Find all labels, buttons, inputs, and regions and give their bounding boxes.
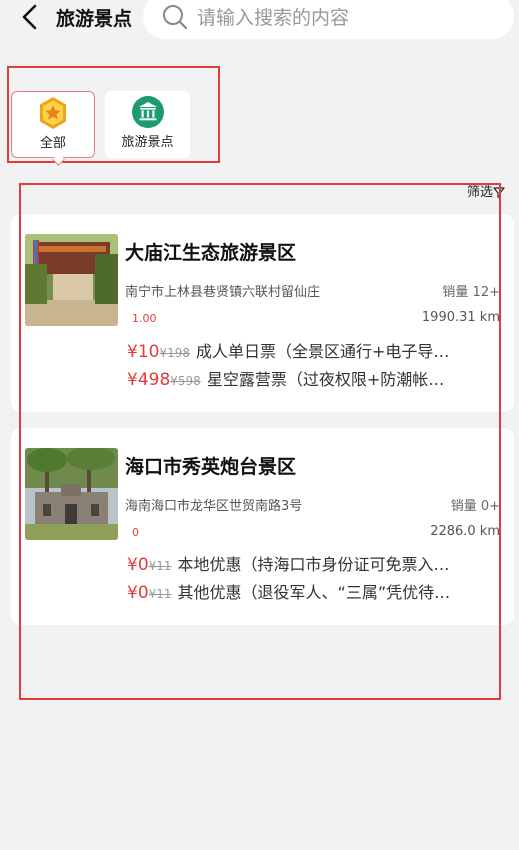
category-label: 旅游景点 xyxy=(121,135,174,150)
filter-button[interactable]: 筛选 xyxy=(467,181,505,200)
spot-sales: 销量 12+ xyxy=(442,285,500,300)
ticket-row[interactable]: ¥0¥11 本地优惠（持海口市身份证可免票入… xyxy=(127,551,450,575)
ticket-original-price: ¥11 xyxy=(148,559,172,573)
spot-thumbnail xyxy=(25,234,118,326)
spot-address: 南宁市上林县巷贤镇六联村留仙庄 xyxy=(125,285,321,300)
search-placeholder: 请输入搜索的内容 xyxy=(197,7,350,29)
spot-card[interactable]: 海口市秀英炮台景区 海南海口市龙华区世贸南路3号 销量 0+ 0 2286.0 … xyxy=(11,428,514,625)
category-tab-all[interactable]: 全部 xyxy=(11,91,95,158)
spot-address: 海南海口市龙华区世贸南路3号 xyxy=(125,499,303,514)
museum-icon xyxy=(131,96,164,128)
ticket-price: ¥498 xyxy=(127,370,171,390)
ticket-row[interactable]: ¥10¥198 成人单日票（全景区通行+电子导… xyxy=(127,338,450,362)
ticket-original-price: ¥11 xyxy=(148,587,172,601)
ticket-price: ¥10 xyxy=(127,342,160,362)
spot-sales: 销量 0+ xyxy=(450,499,500,514)
header-bar: 旅游景点 请输入搜索的内容 xyxy=(0,0,519,39)
spot-thumbnail xyxy=(25,448,118,540)
spot-score: 0 xyxy=(132,526,139,539)
back-arrow-icon[interactable] xyxy=(18,3,42,31)
ticket-name: 其他优惠（退役军人、“三属”凭优待… xyxy=(177,583,451,602)
ticket-original-price: ¥198 xyxy=(159,346,190,360)
category-label: 全部 xyxy=(39,136,66,151)
category-tab-tourist-spots[interactable]: 旅游景点 xyxy=(105,91,190,158)
ticket-original-price: ¥598 xyxy=(170,374,201,388)
ticket-row[interactable]: ¥498¥598 星空露营票（过夜权限+防潮帐… xyxy=(127,366,445,390)
search-input[interactable]: 请输入搜索的内容 xyxy=(143,0,514,39)
search-icon xyxy=(163,5,188,30)
spot-distance: 1990.31 km xyxy=(421,310,500,325)
page-title: 旅游景点 xyxy=(56,8,133,30)
spot-distance: 2286.0 km xyxy=(430,524,500,539)
spot-name: 大庙江生态旅游景区 xyxy=(125,242,297,264)
ticket-name: 星空露营票（过夜权限+防潮帐… xyxy=(206,370,445,389)
spot-name: 海口市秀英炮台景区 xyxy=(125,456,297,478)
ticket-price: ¥0 xyxy=(127,583,149,603)
ticket-row[interactable]: ¥0¥11 其他优惠（退役军人、“三属”凭优待… xyxy=(127,579,451,603)
ticket-name: 本地优惠（持海口市身份证可免票入… xyxy=(177,555,450,574)
filter-icon xyxy=(493,186,505,199)
spot-score: 1.00 xyxy=(132,312,157,325)
ticket-price: ¥0 xyxy=(127,555,149,575)
spot-card[interactable]: 大庙江生态旅游景区 南宁市上林县巷贤镇六联村留仙庄 销量 12+ 1.00 19… xyxy=(11,214,514,412)
star-badge-icon xyxy=(40,97,66,129)
ticket-name: 成人单日票（全景区通行+电子导… xyxy=(196,342,450,361)
filter-label: 筛选 xyxy=(467,185,494,200)
